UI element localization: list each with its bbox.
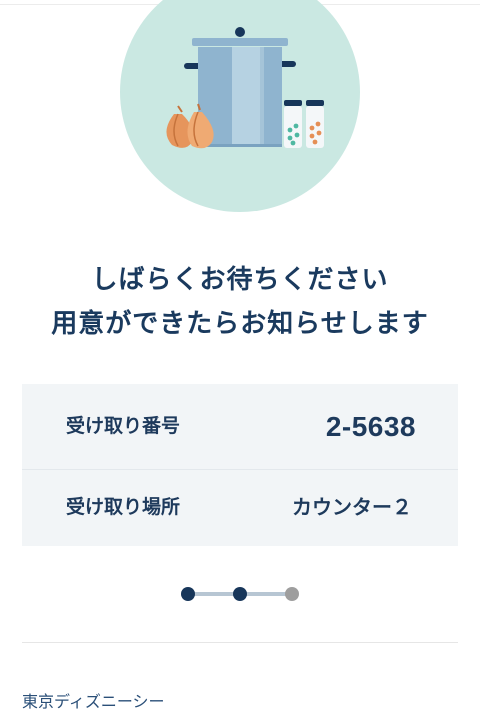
receipt-number-label: 受け取り番号 — [66, 415, 181, 437]
pickup-place-value: カウンター２ — [292, 495, 412, 519]
waiting-message: しばらくお待ちください 用意ができたらお知らせします — [0, 258, 480, 346]
pickup-place-row: 受け取り場所 カウンター２ — [22, 465, 458, 545]
bottom-divider — [22, 642, 458, 643]
progress-step-dot-3 — [285, 587, 299, 601]
progress-indicator — [181, 587, 299, 601]
receipt-number-row: 受け取り番号 2-5638 — [22, 384, 458, 464]
progress-step-dot-2 — [233, 587, 247, 601]
cooking-pot-icon — [166, 27, 324, 149]
park-link[interactable]: 東京ディズニーシー — [22, 688, 165, 712]
order-waiting-screen: しばらくお待ちください 用意ができたらお知らせします 受け取り番号 2-5638… — [0, 0, 480, 716]
progress-step-dot-1 — [181, 587, 195, 601]
waiting-message-line2: 用意ができたらお知らせします — [51, 309, 429, 339]
waiting-message-line1: しばらくお待ちください — [91, 265, 389, 295]
pickup-place-label: 受け取り場所 — [66, 496, 181, 518]
receipt-info-card: 受け取り番号 2-5638 受け取り場所 カウンター２ — [22, 384, 458, 546]
hero-illustration — [120, 0, 360, 212]
receipt-number-value: 2-5638 — [325, 411, 416, 442]
